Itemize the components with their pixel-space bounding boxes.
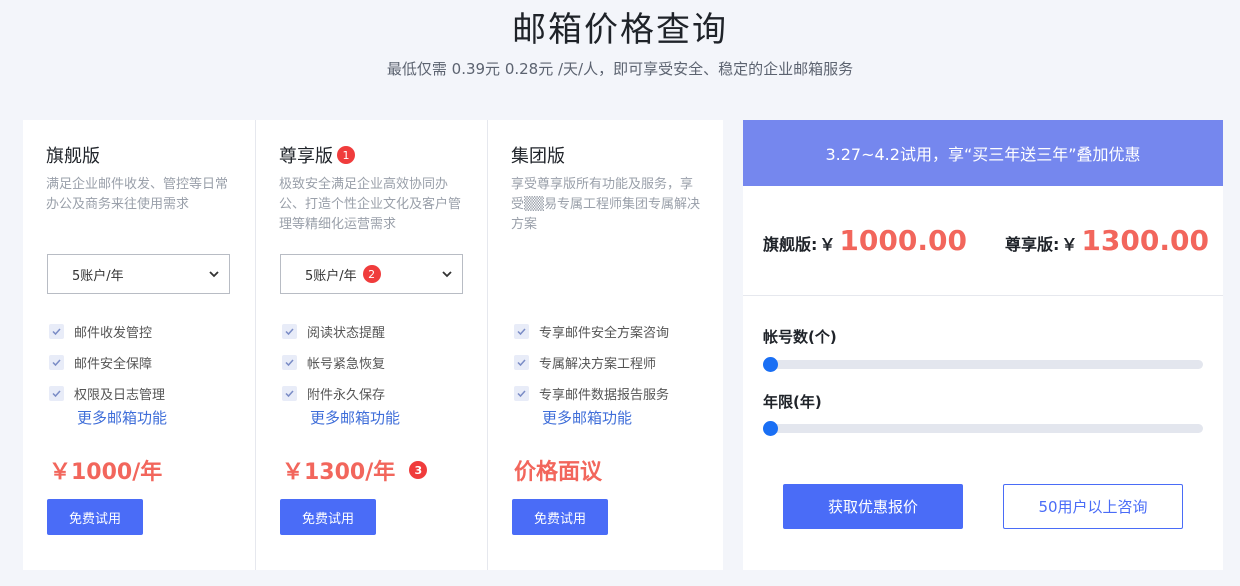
plan-description: 满足企业邮件收发、管控等日常办公及商务来往使用需求 xyxy=(46,177,229,212)
list-item: 邮件安全保障 xyxy=(49,347,165,378)
currency-symbol: ￥ xyxy=(819,235,836,254)
chevron-down-icon xyxy=(209,271,219,278)
more-features-link[interactable]: 更多邮箱功能 xyxy=(542,407,632,428)
plan-name: 旗舰版 xyxy=(46,146,100,167)
price-value: ￥1000/年 xyxy=(49,460,163,485)
free-trial-button[interactable]: 免费试用 xyxy=(47,499,143,535)
more-features-link[interactable]: 更多邮箱功能 xyxy=(310,407,400,428)
promo-banner: 3.27~4.2试用，享“买三年送三年”叠加优惠 xyxy=(743,120,1223,186)
check-icon xyxy=(514,386,529,401)
plan-cards: 旗舰版 满足企业邮件收发、管控等日常办公及商务来往使用需求 5账户/年 邮件收发… xyxy=(23,120,723,570)
accounts-slider[interactable] xyxy=(763,357,1203,372)
number-badge: 3 xyxy=(409,461,428,479)
price-label: 尊享版: xyxy=(1005,235,1060,254)
number-badge: 2 xyxy=(362,265,381,283)
premium-promo-price: 尊享版: ￥ 1300.00 xyxy=(1005,224,1209,257)
check-icon xyxy=(514,324,529,339)
list-item: 邮件收发管控 xyxy=(49,316,165,347)
plan-description: 享受尊享版所有功能及服务，享受▒▒易专属工程师集团专属解决方案 xyxy=(511,177,700,232)
feature-label: 专享邮件安全方案咨询 xyxy=(539,326,670,341)
check-icon xyxy=(49,386,64,401)
check-icon xyxy=(49,324,64,339)
feature-label: 专属解决方案工程师 xyxy=(539,357,657,372)
free-trial-button[interactable]: 免费试用 xyxy=(280,499,376,535)
plan-name: 尊享版 xyxy=(279,146,333,167)
promo-panel: 3.27~4.2试用，享“买三年送三年”叠加优惠 旗舰版: ￥ 1000.00 … xyxy=(743,120,1223,570)
page-title: 邮箱价格查询 xyxy=(512,10,728,50)
feature-label: 邮件收发管控 xyxy=(74,326,153,341)
chevron-down-icon xyxy=(442,271,452,278)
consult-button[interactable]: 50用户以上咨询 xyxy=(1003,484,1183,529)
feature-label: 阅读状态提醒 xyxy=(307,326,386,341)
feature-label: 帐号紧急恢复 xyxy=(307,357,386,372)
price-value: ￥1300/年 xyxy=(282,460,396,485)
plan-card-group: 集团版 享受尊享版所有功能及服务，享受▒▒易专属工程师集团专属解决方案 专享邮件… xyxy=(487,120,723,570)
feature-label: 邮件安全保障 xyxy=(74,357,153,372)
feature-list: 邮件收发管控 邮件安全保障 权限及日志管理 xyxy=(49,316,165,409)
price-label: 旗舰版: xyxy=(763,235,818,254)
plan-price: 价格面议 xyxy=(514,454,602,486)
page-subtitle: 最低仅需 0.39元 0.28元 /天/人，即可享受安全、稳定的企业邮箱服务 xyxy=(386,60,854,78)
account-select[interactable]: 5账户/年 2 xyxy=(280,254,463,294)
select-value: 5账户/年 xyxy=(305,268,357,284)
feature-label: 附件永久保存 xyxy=(307,388,386,403)
list-item: 专享邮件数据报告服务 xyxy=(514,378,669,409)
list-item: 阅读状态提醒 xyxy=(282,316,385,347)
select-value: 5账户/年 xyxy=(72,268,124,284)
more-features-link[interactable]: 更多邮箱功能 xyxy=(77,407,167,428)
plan-price: ￥1300/年 3 xyxy=(282,454,428,486)
plan-card-flagship: 旗舰版 满足企业邮件收发、管控等日常办公及商务来往使用需求 5账户/年 邮件收发… xyxy=(23,120,255,570)
free-trial-button[interactable]: 免费试用 xyxy=(512,499,608,535)
list-item: 专属解决方案工程师 xyxy=(514,347,669,378)
price-value: 1000.00 xyxy=(839,224,967,257)
list-item: 专享邮件安全方案咨询 xyxy=(514,316,669,347)
plan-description: 极致安全满足企业高效协同办公、打造个性企业文化及客户管理等精细化运营需求 xyxy=(279,177,462,232)
number-badge: 1 xyxy=(337,146,355,164)
check-icon xyxy=(282,324,297,339)
price-value: 1300.00 xyxy=(1081,224,1209,257)
plan-card-premium: 尊享版 1 极致安全满足企业高效协同办公、打造个性企业文化及客户管理等精细化运营… xyxy=(255,120,487,570)
list-item: 附件永久保存 xyxy=(282,378,385,409)
feature-label: 专享邮件数据报告服务 xyxy=(539,388,670,403)
check-icon xyxy=(514,355,529,370)
check-icon xyxy=(282,355,297,370)
list-item: 权限及日志管理 xyxy=(49,378,165,409)
slider-handle[interactable] xyxy=(763,357,778,372)
feature-list: 阅读状态提醒 帐号紧急恢复 附件永久保存 xyxy=(282,316,385,409)
years-label: 年限(年) xyxy=(763,393,822,411)
price-value: 价格面议 xyxy=(514,460,603,485)
slider-handle[interactable] xyxy=(763,421,778,436)
list-item: 帐号紧急恢复 xyxy=(282,347,385,378)
currency-symbol: ￥ xyxy=(1061,235,1078,254)
account-select[interactable]: 5账户/年 xyxy=(47,254,230,294)
check-icon xyxy=(49,355,64,370)
promo-prices: 旗舰版: ￥ 1000.00 尊享版: ￥ 1300.00 xyxy=(743,186,1223,296)
feature-label: 权限及日志管理 xyxy=(74,388,166,403)
years-slider[interactable] xyxy=(763,421,1203,436)
check-icon xyxy=(282,386,297,401)
accounts-label: 帐号数(个) xyxy=(763,328,837,346)
flagship-promo-price: 旗舰版: ￥ 1000.00 xyxy=(763,224,967,257)
plan-name: 集团版 xyxy=(511,146,565,167)
plan-price: ￥1000/年 xyxy=(49,454,162,486)
feature-list: 专享邮件安全方案咨询 专属解决方案工程师 专享邮件数据报告服务 xyxy=(514,316,669,409)
get-quote-button[interactable]: 获取优惠报价 xyxy=(783,484,963,529)
